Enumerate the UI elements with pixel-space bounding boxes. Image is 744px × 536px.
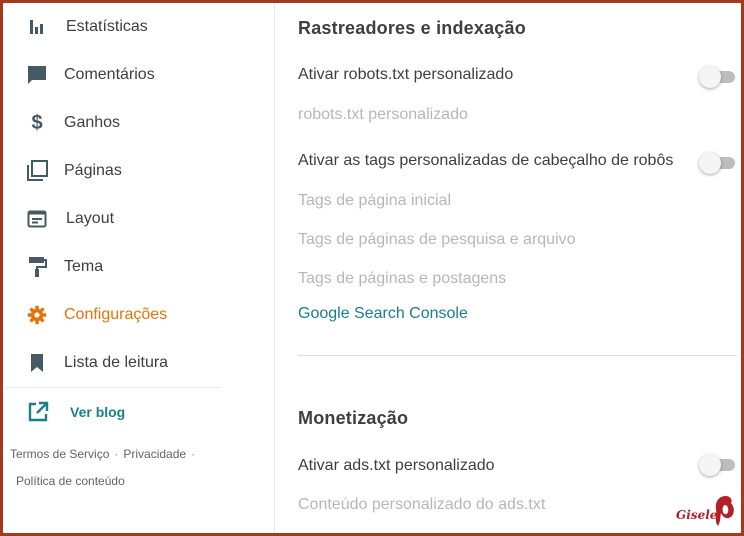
sidebar-item-label: Ganhos <box>64 114 121 131</box>
section-divider <box>298 355 737 356</box>
sidebar-item-earnings[interactable]: $ Ganhos <box>3 99 275 147</box>
external-link-icon <box>27 401 49 423</box>
sidebar-item-layout[interactable]: Layout <box>3 195 275 243</box>
separator-dot: · <box>114 447 119 461</box>
sidebar-item-label: Comentários <box>64 66 155 83</box>
terms-link[interactable]: Termos de Serviço <box>10 447 109 461</box>
robot-tags-toggle[interactable] <box>699 152 737 174</box>
stats-icon <box>25 15 49 39</box>
post-tags-field[interactable]: Tags de páginas e postagens <box>298 270 506 288</box>
sidebar-item-theme[interactable]: Tema <box>3 243 275 291</box>
home-tags-field[interactable]: Tags de página inicial <box>298 192 451 210</box>
settings-panel: Rastreadores e indexação Ativar robots.t… <box>276 3 741 533</box>
sidebar-item-label: Páginas <box>64 162 122 179</box>
toggle-thumb <box>699 152 721 174</box>
ads-txt-toggle[interactable] <box>699 454 737 476</box>
view-blog-link[interactable]: Ver blog <box>3 397 223 427</box>
archive-tags-field[interactable]: Tags de páginas de pesquisa e arquivo <box>298 231 576 249</box>
crawlers-section-title: Rastreadores e indexação <box>298 18 526 38</box>
sidebar-item-pages[interactable]: Páginas <box>3 147 275 195</box>
comment-icon <box>25 63 49 87</box>
face-logo-icon <box>715 496 734 526</box>
sidebar-item-label: Configurações <box>64 306 168 323</box>
custom-robots-toggle[interactable] <box>699 66 737 88</box>
content-policy-link[interactable]: Política de conteúdo <box>16 474 125 488</box>
toggle-thumb <box>699 454 721 476</box>
sidebar-item-reading-list[interactable]: Lista de leitura <box>3 339 275 387</box>
sidebar-item-label: Lista de leitura <box>64 354 169 371</box>
view-blog-label: Ver blog <box>70 404 126 420</box>
sidebar-item-settings[interactable]: Configurações <box>3 291 275 339</box>
toggle-thumb <box>699 66 721 88</box>
sidebar-item-label: Layout <box>66 210 115 227</box>
monetization-section-title: Monetização <box>298 408 409 428</box>
sidebar-item-statistics[interactable]: Estatísticas <box>3 3 275 51</box>
sidebar-item-label: Estatísticas <box>66 18 148 35</box>
search-console-link[interactable]: Google Search Console <box>298 305 468 323</box>
footer-links: Termos de Serviço · Privacidade · Política … <box>10 441 220 495</box>
sidebar-item-comments[interactable]: Comentários <box>3 51 275 99</box>
gear-icon <box>25 303 49 327</box>
dollar-icon: $ <box>31 111 43 134</box>
custom-robots-label[interactable]: Ativar robots.txt personalizado <box>298 66 513 84</box>
sidebar: Estatísticas Comentários $ Ganhos Página… <box>3 3 275 533</box>
ads-txt-label[interactable]: Ativar ads.txt personalizado <box>298 457 495 475</box>
pages-icon <box>25 159 49 183</box>
paint-roller-icon <box>25 255 49 279</box>
robot-tags-label[interactable]: Ativar as tags personalizadas de cabeçal… <box>298 152 673 170</box>
custom-robots-field[interactable]: robots.txt personalizado <box>298 106 468 124</box>
layout-icon <box>25 207 49 231</box>
separator-dot: · <box>191 447 196 461</box>
bookmark-icon <box>25 351 49 375</box>
privacy-link[interactable]: Privacidade <box>123 447 186 461</box>
signature-watermark: Gisele <box>676 494 740 530</box>
sidebar-item-label: Tema <box>64 258 104 275</box>
ads-txt-field[interactable]: Conteúdo personalizado do ads.txt <box>298 496 545 514</box>
sidebar-divider <box>6 387 220 388</box>
